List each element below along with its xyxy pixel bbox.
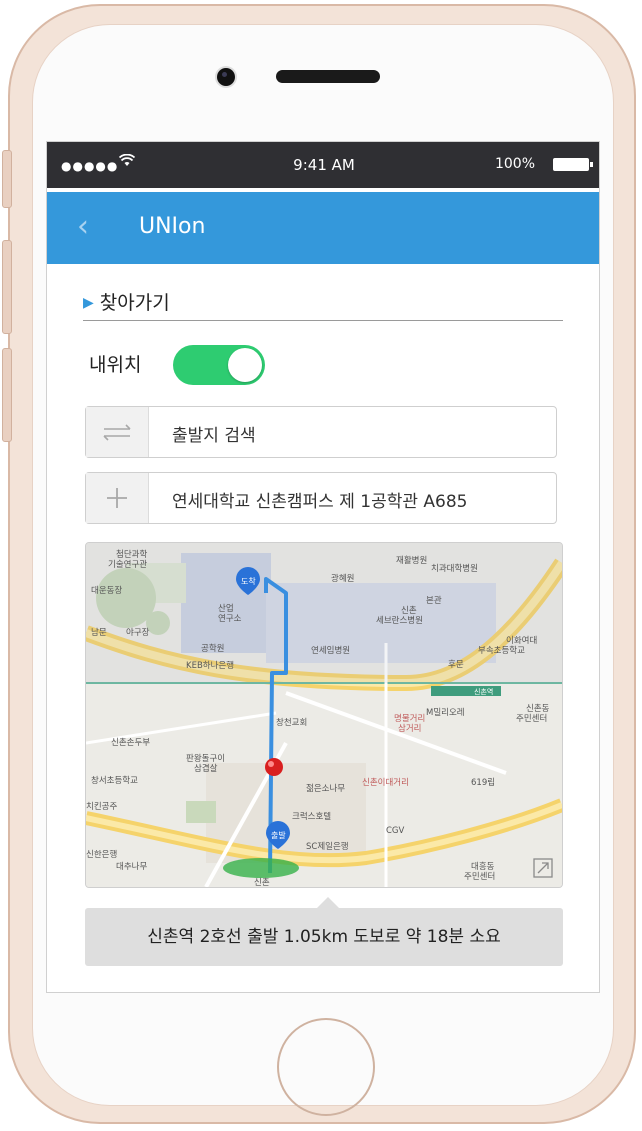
origin-placeholder: 출발지 검색 (172, 426, 256, 446)
svg-text:KEB하나은행: KEB하나은행 (186, 660, 234, 671)
svg-text:치킨공주: 치킨공주 (86, 801, 117, 812)
toggle-knob (228, 348, 262, 382)
route-map[interactable]: 첨단과학 기술연구관 재활병원 치과대학병원 광혜원 대운동장 산업 연구소 신촌 세브… (85, 542, 563, 888)
svg-text:619립: 619립 (471, 778, 495, 788)
app-screen: ●●●●● 9:41 AM 100% ‹ UNIon ▶ 찾아가기 내위치 출발지… (46, 141, 600, 993)
origin-search-field[interactable]: 출발지 검색 (85, 406, 557, 458)
battery-icon (553, 158, 593, 171)
svg-text:광혜원: 광혜원 (331, 573, 354, 584)
svg-text:창천교회: 창천교회 (276, 717, 307, 728)
svg-text:본관: 본관 (426, 595, 442, 606)
svg-text:대흥동: 대흥동 (471, 861, 495, 872)
status-bar: ●●●●● 9:41 AM 100% (47, 142, 599, 188)
svg-text:M밀리오레: M밀리오레 (426, 707, 465, 718)
svg-text:야구장: 야구장 (126, 627, 150, 638)
home-button[interactable] (277, 1018, 375, 1116)
svg-text:연구소: 연구소 (218, 614, 242, 624)
svg-text:창서초등학교: 창서초등학교 (91, 775, 138, 786)
svg-text:젊은소나무: 젊은소나무 (306, 783, 345, 794)
volume-up-button (2, 240, 12, 334)
svg-text:남문: 남문 (91, 628, 107, 638)
departure-marker-label: 출발 (271, 830, 286, 840)
svg-text:삼거리: 삼거리 (398, 723, 421, 734)
svg-text:신촌손두부: 신촌손두부 (111, 738, 150, 748)
section-title: 찾아가기 (99, 292, 170, 314)
earpiece-speaker (276, 70, 380, 83)
svg-text:신촌이대거리: 신촌이대거리 (362, 777, 409, 788)
destination-value: 연세대학교 신촌캠퍼스 제 1공학관 A685 (172, 492, 468, 512)
svg-text:대추나무: 대추나무 (116, 862, 147, 872)
route-summary: 신촌역 2호선 출발 1.05km 도보로 약 18분 소요 (85, 908, 563, 966)
svg-text:판왕돌구이: 판왕돌구이 (186, 753, 225, 764)
front-camera (217, 68, 235, 86)
svg-text:CGV: CGV (386, 826, 405, 836)
svg-text:명물거리: 명물거리 (394, 713, 425, 724)
volume-down-button (2, 348, 12, 442)
swap-arrows-icon[interactable] (86, 407, 149, 457)
svg-text:이화여대: 이화여대 (506, 635, 537, 646)
arrival-marker-label: 도착 (241, 577, 256, 586)
svg-text:주민센터: 주민센터 (516, 713, 547, 724)
svg-text:SC제일은행: SC제일은행 (306, 841, 349, 852)
section-heading: ▶ 찾아가기 (83, 288, 170, 315)
chevron-left-icon[interactable]: ‹ (77, 210, 89, 244)
svg-text:첨단과학: 첨단과학 (116, 549, 147, 560)
svg-text:세브란스병원: 세브란스병원 (376, 615, 423, 626)
svg-text:삼겹살: 삼겹살 (194, 763, 218, 774)
svg-text:재활병원: 재활병원 (396, 555, 427, 566)
svg-text:공학원: 공학원 (201, 643, 224, 654)
svg-text:치과대학병원: 치과대학병원 (431, 563, 478, 574)
svg-text:연세임병원: 연세임병원 (311, 645, 350, 656)
battery-percentage: 100% (494, 156, 535, 172)
triangle-right-icon: ▶ (83, 295, 94, 311)
svg-text:신촌: 신촌 (254, 878, 270, 887)
destination-field[interactable]: 연세대학교 신촌캠퍼스 제 1공학관 A685 (85, 472, 557, 524)
nav-bar: ‹ UNIon (47, 192, 599, 264)
svg-text:기술연구관: 기술연구관 (108, 559, 147, 570)
svg-text:신촌동: 신촌동 (526, 704, 550, 714)
svg-text:신촌: 신촌 (401, 606, 417, 616)
my-location-label: 내위치 (89, 354, 142, 376)
svg-text:대운동장: 대운동장 (91, 585, 122, 596)
svg-text:신촌역: 신촌역 (474, 687, 493, 696)
svg-text:크럭스호텔: 크럭스호텔 (292, 811, 331, 822)
svg-text:산업: 산업 (218, 603, 234, 614)
caption-pointer (317, 897, 339, 908)
svg-text:후문: 후문 (448, 660, 464, 670)
mute-switch (2, 150, 12, 208)
page-title: UNIon (139, 214, 206, 239)
svg-text:신한은행: 신한은행 (86, 849, 117, 860)
my-location-toggle[interactable] (173, 345, 265, 385)
section-divider (83, 320, 563, 321)
svg-text:주민센터: 주민센터 (464, 871, 495, 882)
svg-text:부속초등학교: 부속초등학교 (478, 645, 525, 656)
plus-icon[interactable] (86, 473, 149, 523)
